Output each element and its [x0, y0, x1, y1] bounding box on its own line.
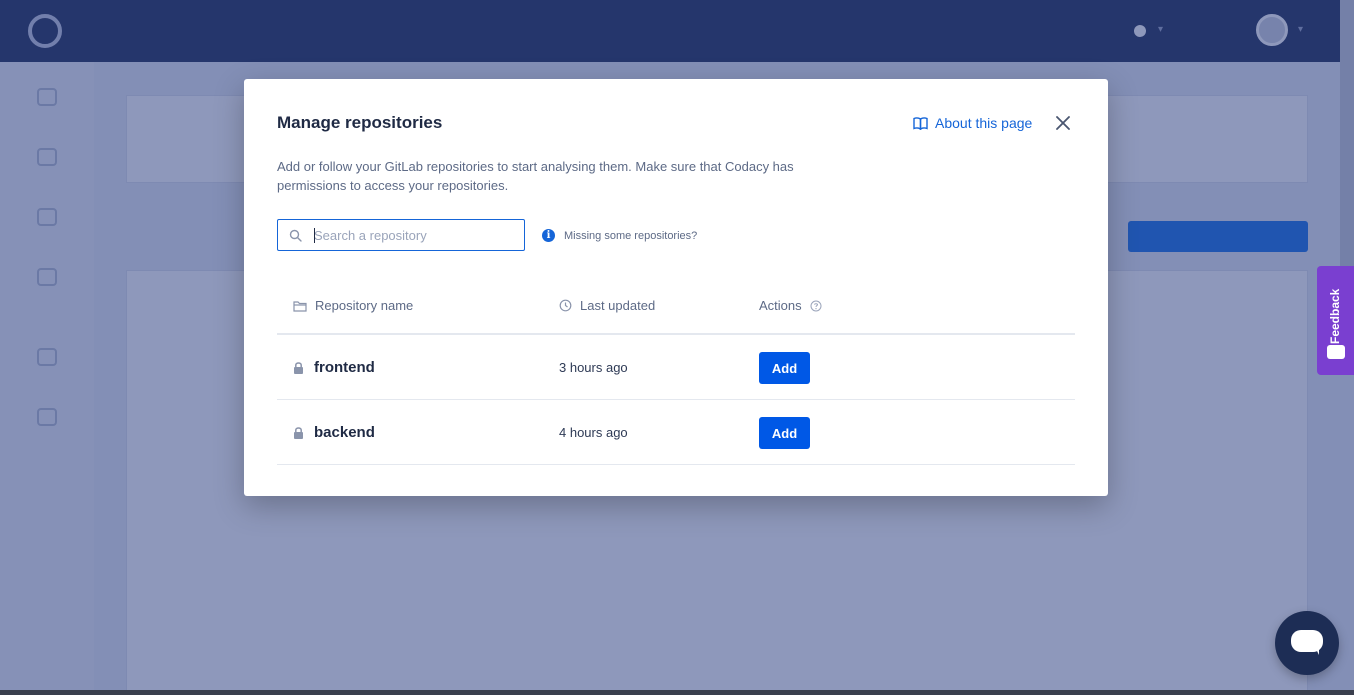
manage-repositories-modal: Manage repositories About this page Add …	[244, 79, 1108, 496]
column-header-actions: Actions	[759, 298, 822, 313]
info-icon: i	[542, 229, 555, 242]
lock-icon	[294, 427, 303, 439]
folder-icon	[293, 300, 307, 312]
chat-icon-tail	[1307, 647, 1319, 655]
last-updated: 4 hours ago	[559, 425, 628, 440]
table-header: Repository name Last updated Actions	[277, 285, 1075, 335]
about-page-link-label[interactable]: About this page	[935, 115, 1032, 131]
repository-name: backend	[293, 424, 375, 441]
smiley-icon	[1327, 345, 1345, 359]
clock-icon	[559, 299, 572, 312]
repositories-table: Repository name Last updated Actions fro…	[277, 285, 1075, 465]
missing-repositories-label[interactable]: Missing some repositories?	[564, 230, 697, 242]
add-repository-button[interactable]: Add	[759, 417, 810, 449]
search-icon	[289, 229, 302, 242]
search-field[interactable]	[277, 219, 525, 251]
last-updated: 3 hours ago	[559, 360, 628, 375]
modal-title: Manage repositories	[277, 113, 443, 132]
text-cursor	[314, 228, 315, 243]
chat-launcher-button[interactable]	[1275, 611, 1339, 675]
missing-repositories-link[interactable]: i Missing some repositories?	[542, 229, 697, 242]
help-circle-icon[interactable]	[810, 300, 822, 312]
repository-name: frontend	[293, 359, 375, 376]
repository-name-label: backend	[314, 424, 375, 441]
search-input[interactable]	[314, 225, 514, 245]
lock-icon	[294, 362, 303, 374]
about-page-link[interactable]: About this page	[913, 115, 1032, 131]
column-header-name: Repository name	[293, 298, 413, 313]
column-header-updated-label: Last updated	[580, 298, 656, 313]
feedback-tab[interactable]: Feedback	[1317, 266, 1354, 375]
table-row: backend 4 hours ago Add	[277, 400, 1075, 465]
add-repository-button[interactable]: Add	[759, 352, 810, 384]
column-header-updated: Last updated	[559, 298, 655, 313]
repository-name-label: frontend	[314, 359, 375, 376]
window-bottom-edge	[0, 690, 1354, 695]
column-header-actions-label: Actions	[759, 298, 802, 313]
book-icon	[913, 116, 928, 130]
feedback-label[interactable]: Feedback	[1328, 289, 1342, 344]
modal-description: Add or follow your GitLab repositories t…	[277, 159, 794, 193]
close-icon	[1056, 116, 1070, 130]
table-row: frontend 3 hours ago Add	[277, 335, 1075, 400]
close-button[interactable]	[1054, 114, 1072, 132]
column-header-name-label: Repository name	[315, 298, 414, 313]
